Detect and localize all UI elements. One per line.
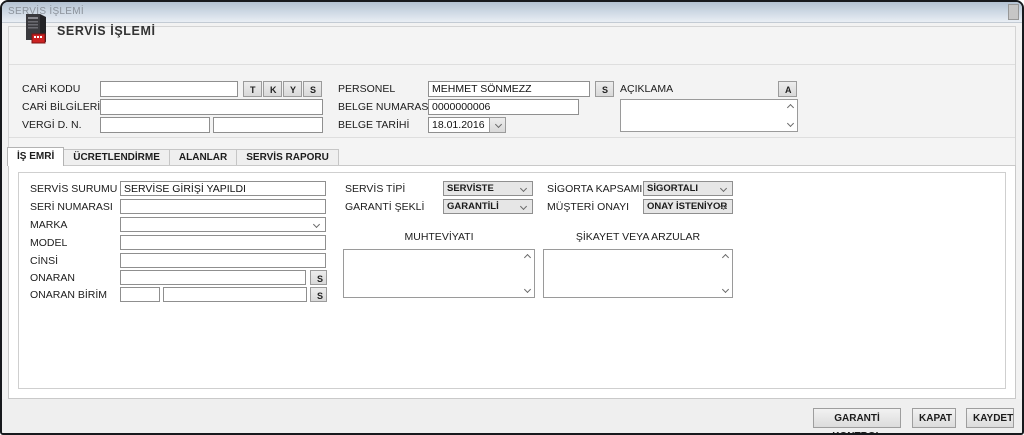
tab-is-emri[interactable]: İŞ EMRİ	[7, 147, 64, 166]
garanti-sekli-value: GARANTİLİ	[447, 201, 499, 212]
cinsi-label: CİNSİ	[30, 253, 58, 269]
kaydet-button[interactable]: KAYDET	[966, 408, 1014, 428]
servis-surumu-label: SERVİS SURUMU	[30, 181, 117, 197]
aciklama-textarea[interactable]	[620, 99, 798, 132]
servis-tipi-value: SERVİSTE	[447, 183, 494, 194]
servis-tipi-select[interactable]: SERVİSTE	[443, 181, 533, 196]
chevron-down-icon	[720, 185, 727, 192]
servis-tipi-label: SERVİS TİPİ	[345, 181, 405, 197]
sigorta-kapsami-value: SİGORTALI	[647, 183, 698, 194]
chevron-down-icon	[520, 185, 527, 192]
onaran-s-button[interactable]: S	[310, 270, 327, 285]
tab-servis-raporu[interactable]: SERVİS RAPORU	[236, 149, 339, 166]
muhteviyati-label: MUHTEVİYATI	[343, 231, 535, 243]
onaran-input[interactable]	[120, 270, 306, 285]
sikayet-veya-arzular-label: ŞİKAYET VEYA ARZULAR	[543, 231, 733, 243]
seri-numarasi-input[interactable]	[120, 199, 326, 214]
page-title: SERVİS İŞLEMİ	[57, 24, 156, 38]
title-bar[interactable]: SERVİS İŞLEMİ	[2, 2, 1022, 23]
onaran-birim-label: ONARAN BİRİM	[30, 287, 107, 303]
garanti-sekli-select[interactable]: GARANTİLİ	[443, 199, 533, 214]
marka-select[interactable]	[120, 217, 326, 232]
scroll-down-icon[interactable]	[722, 286, 729, 293]
window-control-stub[interactable]	[1008, 4, 1019, 20]
musteri-onayi-value: ONAY İSTENİYOR	[647, 201, 727, 212]
aciklama-a-button[interactable]: A	[778, 81, 797, 97]
cari-kodu-y-button[interactable]: Y	[283, 81, 302, 97]
garanti-sekli-label: GARANTİ ŞEKLİ	[345, 199, 424, 215]
footer-bar: GARANTİ KONTROL KAPAT KAYDET	[2, 399, 1022, 433]
garanti-kontrol-button[interactable]: GARANTİ KONTROL	[813, 408, 901, 428]
cari-kodu-s-button[interactable]: S	[303, 81, 322, 97]
tab-alanlar[interactable]: ALANLAR	[169, 149, 237, 166]
tab-ucretlendirme[interactable]: ÜCRETLENDİRME	[63, 149, 170, 166]
model-label: MODEL	[30, 235, 67, 251]
onaran-birim-kod-input[interactable]	[120, 287, 160, 302]
personel-input[interactable]	[428, 81, 590, 97]
vergi-dairesi-input[interactable]	[100, 117, 210, 133]
servis-surumu-input[interactable]	[120, 181, 326, 196]
vergi-dn-label: VERGİ D. N.	[22, 117, 82, 133]
onaran-birim-s-button[interactable]: S	[310, 287, 327, 302]
muhteviyati-textarea[interactable]	[343, 249, 535, 298]
belge-tarihi-input[interactable]	[428, 117, 490, 133]
onaran-birim-ad-input[interactable]	[163, 287, 307, 302]
cari-kodu-label: CARİ KODU	[22, 81, 80, 97]
kapat-button[interactable]: KAPAT	[912, 408, 956, 428]
vergi-no-input[interactable]	[213, 117, 323, 133]
cari-bilgileri-input[interactable]	[100, 99, 323, 115]
scroll-up-icon[interactable]	[787, 104, 794, 111]
servis-islemi-window: SERVİS İŞLEMİ SERVİS İŞLEMİ CARİ KODU T …	[0, 0, 1024, 435]
belge-numarasi-input[interactable]	[428, 99, 579, 115]
belge-tarihi-dropdown-button[interactable]	[489, 117, 506, 133]
service-app-icon	[20, 12, 52, 51]
chevron-down-icon	[313, 221, 320, 228]
sigorta-kapsami-select[interactable]: SİGORTALI	[643, 181, 733, 196]
aciklama-label: AÇIKLAMA	[620, 81, 673, 97]
sikayet-textarea[interactable]	[543, 249, 733, 298]
model-input[interactable]	[120, 235, 326, 250]
chevron-down-icon	[495, 121, 502, 128]
scroll-down-icon[interactable]	[524, 286, 531, 293]
header-section	[9, 27, 1015, 65]
musteri-onayi-label: MÜŞTERİ ONAYI	[547, 199, 629, 215]
cinsi-input[interactable]	[120, 253, 326, 268]
scroll-up-icon[interactable]	[722, 254, 729, 261]
tab-bar: İŞ EMRİ ÜCRETLENDİRME ALANLAR SERVİS RAP…	[7, 147, 338, 166]
cari-kodu-t-button[interactable]: T	[243, 81, 262, 97]
scroll-up-icon[interactable]	[524, 254, 531, 261]
belge-numarasi-label: BELGE NUMARASI	[338, 99, 431, 115]
personel-label: PERSONEL	[338, 81, 395, 97]
cari-bilgileri-label: CARİ BİLGİLERİ	[22, 99, 100, 115]
belge-tarihi-label: BELGE TARİHİ	[338, 117, 409, 133]
scroll-down-icon[interactable]	[787, 120, 794, 127]
chevron-down-icon	[520, 203, 527, 210]
onaran-label: ONARAN	[30, 270, 75, 286]
marka-label: MARKA	[30, 217, 67, 233]
musteri-onayi-select[interactable]: ONAY İSTENİYOR	[643, 199, 733, 214]
personel-s-button[interactable]: S	[595, 81, 614, 97]
cari-kodu-k-button[interactable]: K	[263, 81, 282, 97]
sigorta-kapsami-label: SİGORTA KAPSAMI	[547, 181, 642, 197]
seri-numarasi-label: SERİ NUMARASI	[30, 199, 113, 215]
cari-kodu-input[interactable]	[100, 81, 238, 97]
